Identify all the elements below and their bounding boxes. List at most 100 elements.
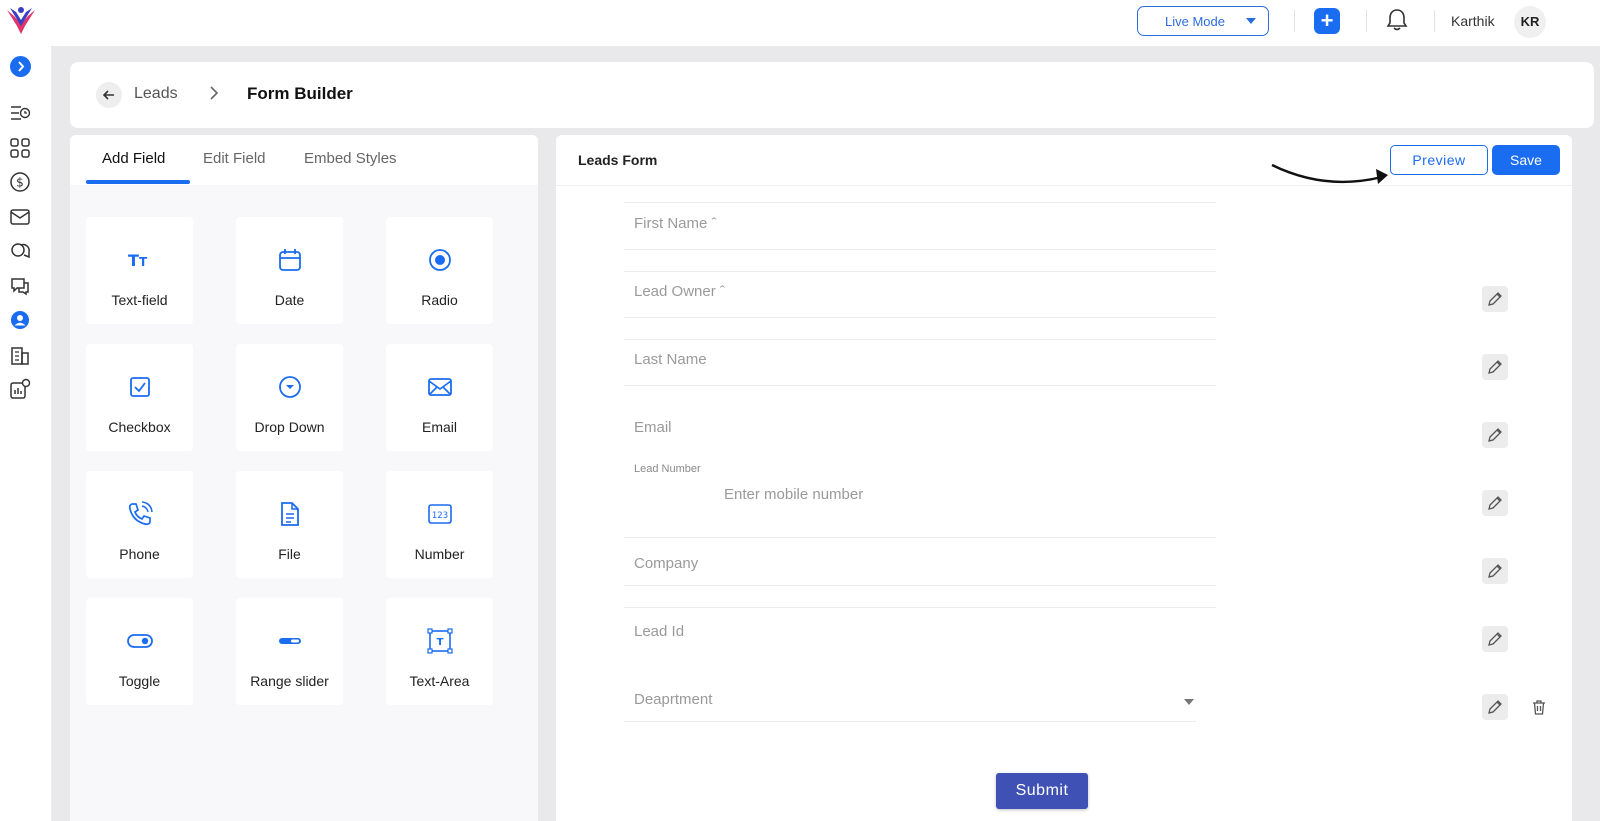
divider (624, 317, 1216, 318)
text-area-icon: T (427, 628, 453, 654)
chat-bubbles-icon[interactable] (9, 240, 31, 262)
chevron-right-icon (210, 86, 219, 100)
edit-field-button[interactable] (1482, 558, 1508, 584)
chevron-right-icon (18, 61, 25, 72)
lead-owner-field[interactable]: Lead Owner ˆ (634, 283, 725, 300)
mode-select-value: Live Mode (1165, 13, 1225, 29)
field-tile-file[interactable]: File (236, 471, 343, 578)
mode-select[interactable]: Live Mode (1137, 6, 1269, 36)
email-field[interactable]: Email (634, 419, 672, 436)
field-tile-drop-down[interactable]: Drop Down (236, 344, 343, 451)
tab-add-field[interactable]: Add Field (102, 150, 165, 167)
field-tile-label: Email (421, 419, 457, 435)
field-tile-date[interactable]: Date (236, 217, 343, 324)
number-icon: 123 (428, 504, 452, 524)
field-tile-label: Number (414, 546, 465, 562)
lead-number-input[interactable]: Enter mobile number (724, 486, 863, 503)
company-field[interactable]: Company (634, 555, 698, 572)
range-slider-icon (279, 638, 301, 644)
field-tile-text-area[interactable]: T Text-Area (386, 598, 493, 705)
lead-id-field[interactable]: Lead Id (634, 623, 684, 640)
svg-text:123: 123 (432, 511, 448, 521)
mail-icon[interactable] (9, 206, 31, 228)
pencil-icon (1488, 360, 1502, 374)
dashboard-grid-icon[interactable] (9, 137, 31, 159)
activity-list-icon[interactable] (9, 102, 31, 124)
user-name[interactable]: Karthik (1451, 13, 1495, 29)
edit-field-button[interactable] (1482, 490, 1508, 516)
field-tile-label: Phone (119, 546, 160, 562)
field-tile-label: File (278, 546, 301, 562)
report-settings-icon[interactable] (9, 378, 31, 400)
last-name-field[interactable]: Last Name (634, 351, 707, 368)
avatar[interactable]: KR (1514, 6, 1546, 38)
field-tile-toggle[interactable]: Toggle (86, 598, 193, 705)
delete-field-button[interactable] (1526, 694, 1552, 720)
dollar-icon[interactable]: $ (9, 171, 31, 193)
field-tile-label: Radio (421, 292, 458, 308)
field-tile-label: Date (274, 292, 305, 308)
department-select[interactable]: Deaprtment (634, 691, 712, 708)
add-button[interactable]: + (1314, 8, 1340, 34)
divider (624, 721, 1196, 722)
field-tile-text-field[interactable]: TT Text-field (86, 217, 193, 324)
lead-number-label: Lead Number (634, 463, 701, 475)
breadcrumb: Leads Form Builder (70, 62, 1594, 128)
field-tile-label: Range slider (250, 673, 329, 689)
breadcrumb-leads-link[interactable]: Leads (134, 85, 178, 103)
checkbox-icon (130, 377, 150, 397)
field-tile-number[interactable]: 123 Number (386, 471, 493, 578)
edit-field-button[interactable] (1482, 626, 1508, 652)
app-logo[interactable] (4, 4, 38, 38)
divider (624, 385, 1216, 386)
arrow-left-icon (102, 90, 114, 100)
calendar-icon (279, 249, 301, 271)
tab-edit-field[interactable]: Edit Field (203, 150, 266, 167)
messages-icon[interactable] (9, 275, 31, 297)
edit-field-button[interactable] (1482, 286, 1508, 312)
field-tile-phone[interactable]: Phone (86, 471, 193, 578)
user-circle-icon[interactable] (9, 309, 31, 331)
expand-sidebar-button[interactable] (10, 56, 31, 77)
pencil-icon (1488, 700, 1502, 714)
svg-text:$: $ (16, 176, 24, 190)
field-tile-email[interactable]: Email (386, 344, 493, 451)
preview-button[interactable]: Preview (1390, 145, 1488, 175)
radio-icon (429, 249, 451, 271)
divider (1294, 10, 1295, 32)
building-icon[interactable] (9, 344, 31, 366)
page-title: Form Builder (247, 84, 353, 103)
field-tile-label: Text-Area (409, 673, 470, 689)
first-name-field[interactable]: First Name ˆ (634, 215, 717, 232)
divider (1366, 10, 1367, 32)
pencil-icon (1488, 292, 1502, 306)
submit-button[interactable]: Submit (996, 773, 1088, 809)
edit-field-button[interactable] (1482, 354, 1508, 380)
pencil-icon (1488, 428, 1502, 442)
field-palette-panel: Add Field Edit Field Embed Styles TT Tex… (70, 135, 538, 821)
form-title: Leads Form (578, 152, 658, 168)
divider (556, 185, 1572, 186)
file-icon (281, 502, 299, 526)
tab-embed-styles[interactable]: Embed Styles (304, 150, 397, 167)
save-button[interactable]: Save (1492, 145, 1560, 175)
phone-icon (128, 501, 153, 526)
field-tile-range-slider[interactable]: Range slider (236, 598, 343, 705)
divider (624, 607, 1216, 608)
bell-icon[interactable] (1386, 8, 1408, 32)
divider (624, 537, 1216, 538)
annotation-arrow (1271, 163, 1388, 184)
edit-field-button[interactable] (1482, 694, 1508, 720)
field-tile-label: Drop Down (254, 419, 325, 435)
svg-text:T: T (128, 251, 139, 270)
caret-down-icon (1184, 699, 1194, 705)
form-canvas: Leads Form Preview Save First Name ˆ Lea… (556, 135, 1572, 821)
back-button[interactable] (96, 82, 122, 108)
pencil-icon (1488, 632, 1502, 646)
edit-field-button[interactable] (1482, 422, 1508, 448)
field-tile-checkbox[interactable]: Checkbox (86, 344, 193, 451)
field-tile-radio[interactable]: Radio (386, 217, 493, 324)
field-tile-label: Text-field (111, 292, 168, 308)
field-tile-label: Checkbox (108, 419, 171, 435)
divider (624, 249, 1216, 250)
